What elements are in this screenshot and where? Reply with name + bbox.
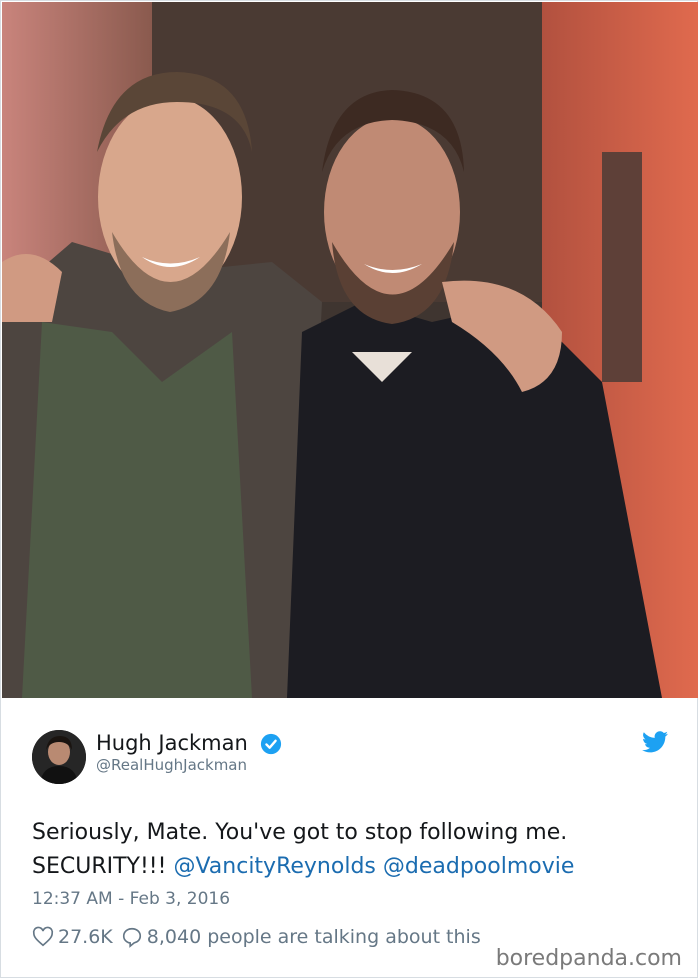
twitter-bird-icon[interactable] bbox=[642, 731, 668, 753]
tweet-timestamp[interactable]: 12:37 AM - Feb 3, 2016 bbox=[32, 889, 230, 909]
display-name[interactable]: Hugh Jackman bbox=[96, 731, 248, 755]
avatar-image bbox=[32, 730, 86, 784]
tweet-text-security: SECURITY!!! bbox=[32, 854, 167, 879]
conversation-count[interactable]: 8,040 people are talking about this bbox=[147, 926, 481, 948]
avatar[interactable] bbox=[32, 730, 86, 784]
tweet-stats: 27.6K 8,040 people are talking about thi… bbox=[32, 924, 481, 950]
user-handle[interactable]: @RealHughJackman bbox=[96, 756, 247, 774]
photo-illustration bbox=[2, 2, 698, 698]
like-count[interactable]: 27.6K bbox=[58, 926, 113, 948]
tweet-photo[interactable] bbox=[2, 2, 698, 698]
reply-bubble-icon[interactable] bbox=[121, 926, 143, 948]
watermark: boredpanda.com bbox=[495, 946, 682, 971]
mention-link-deadpoolmovie[interactable]: @deadpoolmovie bbox=[383, 854, 575, 879]
verified-badge-icon bbox=[260, 733, 282, 755]
tweet-text: Seriously, Mate. You've got to stop foll… bbox=[32, 816, 672, 884]
heart-icon[interactable] bbox=[32, 926, 54, 948]
mention-link-vancityreynolds[interactable]: @VancityReynolds bbox=[173, 854, 375, 879]
tweet-text-line1: Seriously, Mate. You've got to stop foll… bbox=[32, 820, 568, 845]
